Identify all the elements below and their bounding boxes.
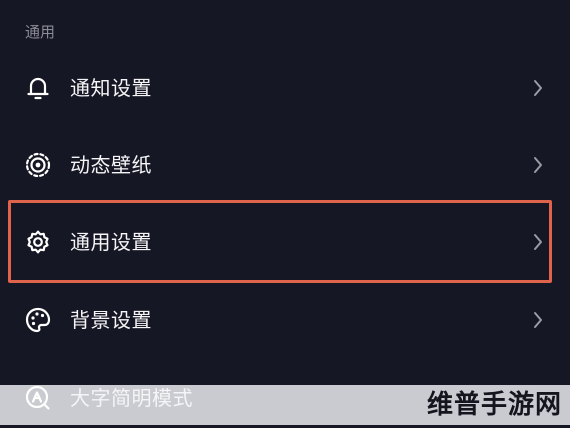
palette-icon — [24, 306, 52, 334]
settings-item-label: 背景设置 — [70, 308, 152, 332]
section-title: 通用 — [25, 23, 56, 41]
settings-item-label: 动态壁纸 — [70, 153, 152, 177]
settings-item-label: 通知设置 — [70, 76, 152, 100]
large-text-icon — [24, 384, 52, 412]
bell-icon — [24, 74, 52, 102]
settings-item-label: 大字简明模式 — [70, 386, 193, 410]
settings-item-notifications[interactable]: 通知设置 — [0, 58, 570, 118]
watermark: 维普手游网 — [426, 390, 562, 420]
settings-item-general[interactable]: 通用设置 — [0, 212, 570, 272]
chevron-right-icon — [532, 232, 544, 252]
settings-item-background[interactable]: 背景设置 — [0, 290, 570, 350]
settings-item-label: 通用设置 — [70, 230, 152, 254]
settings-item-live-wallpaper[interactable]: 动态壁纸 — [0, 135, 570, 195]
gear-icon — [24, 228, 52, 256]
chevron-right-icon — [532, 78, 544, 98]
chevron-right-icon — [532, 310, 544, 330]
live-wallpaper-icon — [24, 151, 52, 179]
chevron-right-icon — [532, 155, 544, 175]
